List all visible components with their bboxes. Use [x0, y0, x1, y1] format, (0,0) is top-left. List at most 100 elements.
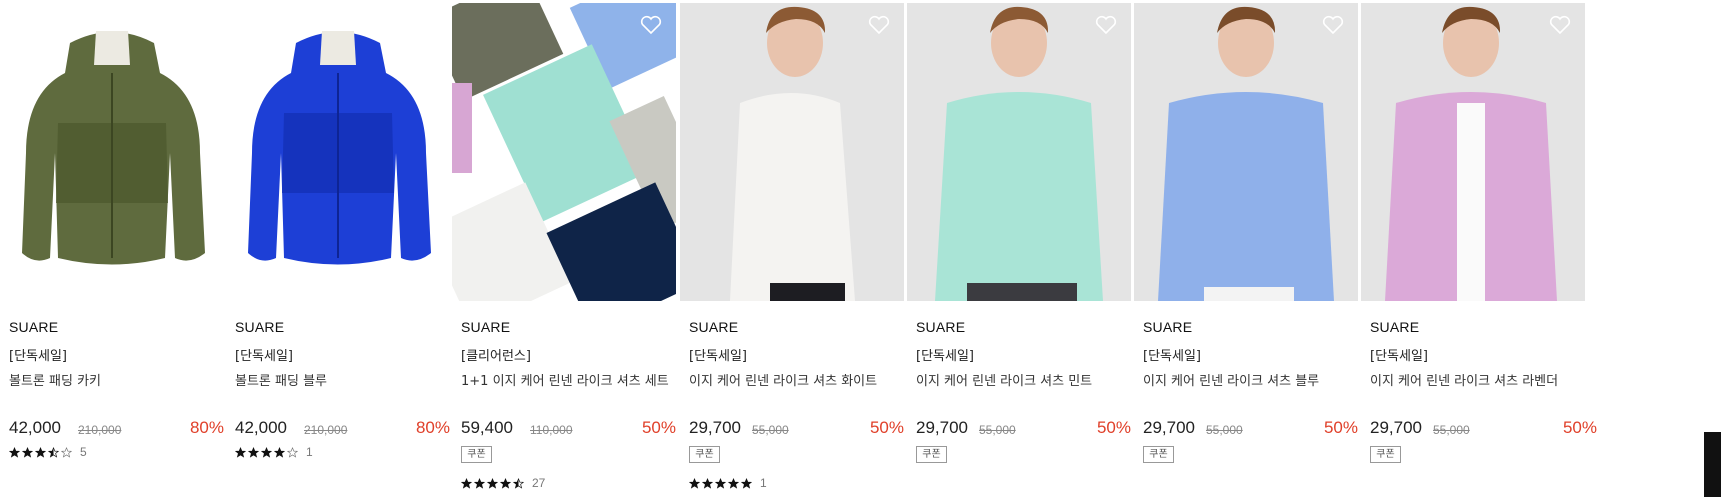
product-rating: 1	[689, 476, 767, 490]
product-name[interactable]: 이지 케어 린넨 라이크 셔츠 민트	[916, 370, 1092, 389]
product-name[interactable]: 이지 케어 린넨 라이크 셔츠 라벤더	[1370, 370, 1558, 389]
review-count: 5	[80, 445, 87, 459]
product-name[interactable]: 볼트론 패딩 블루	[235, 370, 327, 389]
star-icon	[61, 446, 72, 458]
product-brand[interactable]: SUARE	[461, 319, 510, 335]
product-grid: SUARE [단독세일] 볼트론 패딩 카키 42,000 210,000 80…	[0, 0, 1721, 497]
star-icon	[689, 477, 700, 489]
star-icon	[702, 477, 713, 489]
star-icon	[741, 477, 752, 489]
coupon-badge: 쿠폰	[916, 446, 947, 463]
product-image[interactable]	[1134, 3, 1358, 301]
product-card[interactable]: SUARE [단독세일] 볼트론 패딩 카키 42,000 210,000 80…	[0, 0, 224, 497]
product-tag[interactable]: [단독세일]	[1143, 345, 1201, 364]
star-icon	[48, 446, 59, 458]
wishlist-heart-icon[interactable]	[1322, 15, 1344, 35]
wishlist-heart-icon[interactable]	[188, 15, 210, 35]
wishlist-heart-icon[interactable]	[1095, 15, 1117, 35]
product-image[interactable]	[680, 3, 904, 301]
review-count: 1	[306, 445, 313, 459]
star-rating-icons	[235, 446, 300, 458]
product-price: 29,700	[1370, 418, 1422, 437]
star-rating-icons	[689, 477, 754, 489]
product-price: 29,700	[689, 418, 741, 437]
scrollbar-thumb[interactable]	[1704, 432, 1721, 497]
product-card[interactable]: SUARE [단독세일] 이지 케어 린넨 라이크 셔츠 화이트 29,700 …	[680, 0, 904, 497]
product-image[interactable]	[0, 3, 224, 301]
product-tag[interactable]: [클리어런스]	[461, 345, 531, 364]
product-image[interactable]	[907, 3, 1131, 301]
product-tag[interactable]: [단독세일]	[1370, 345, 1428, 364]
product-card[interactable]: SUARE [단독세일] 이지 케어 린넨 라이크 셔츠 민트 29,700 5…	[907, 0, 1131, 497]
product-original-price: 55,000	[979, 423, 1016, 437]
product-original-price: 210,000	[78, 423, 122, 437]
product-tag[interactable]: [단독세일]	[689, 345, 747, 364]
star-icon	[715, 477, 726, 489]
product-rating: 5	[9, 445, 87, 459]
coupon-badge: 쿠폰	[689, 446, 720, 463]
product-original-price: 55,000	[1433, 423, 1470, 437]
product-tag[interactable]: [단독세일]	[9, 345, 67, 364]
wishlist-heart-icon[interactable]	[868, 15, 890, 35]
product-name[interactable]: 1+1 이지 케어 린넨 라이크 셔츠 세트	[461, 370, 669, 389]
review-count: 1	[760, 476, 767, 490]
product-price: 59,400	[461, 418, 513, 437]
product-card[interactable]: SUARE [단독세일] 이지 케어 린넨 라이크 셔츠 블루 29,700 5…	[1134, 0, 1358, 497]
product-price: 29,700	[1143, 418, 1195, 437]
product-price: 42,000	[235, 418, 287, 437]
product-original-price: 110,000	[530, 423, 573, 437]
product-brand[interactable]: SUARE	[1370, 319, 1419, 335]
product-brand[interactable]: SUARE	[9, 319, 58, 335]
product-card[interactable]: SUARE [단독세일] 이지 케어 린넨 라이크 셔츠 라벤더 29,700 …	[1361, 0, 1597, 497]
star-icon	[500, 477, 511, 489]
product-discount: 50%	[1096, 418, 1131, 437]
product-name[interactable]: 볼트론 패딩 카키	[9, 370, 101, 389]
product-image[interactable]	[1361, 3, 1585, 301]
product-image[interactable]	[452, 3, 676, 301]
product-card[interactable]: SUARE [단독세일] 볼트론 패딩 블루 42,000 210,000 80…	[226, 0, 450, 497]
wishlist-heart-icon[interactable]	[1549, 15, 1571, 35]
product-original-price: 55,000	[752, 423, 789, 437]
star-icon	[35, 446, 46, 458]
product-tag[interactable]: [단독세일]	[235, 345, 293, 364]
product-image[interactable]	[226, 3, 450, 301]
product-original-price: 210,000	[304, 423, 348, 437]
star-icon	[22, 446, 33, 458]
product-name[interactable]: 이지 케어 린넨 라이크 셔츠 화이트	[689, 370, 877, 389]
product-brand[interactable]: SUARE	[916, 319, 965, 335]
coupon-badge: 쿠폰	[1143, 446, 1174, 463]
review-count: 27	[532, 476, 546, 490]
star-icon	[513, 477, 524, 489]
product-card[interactable]: SUARE [클리어런스] 1+1 이지 케어 린넨 라이크 셔츠 세트 59,…	[452, 0, 676, 497]
product-rating: 27	[461, 476, 545, 490]
product-discount: 50%	[1323, 418, 1358, 437]
star-icon	[487, 477, 498, 489]
coupon-badge: 쿠폰	[1370, 446, 1401, 463]
product-discount: 50%	[641, 418, 676, 437]
star-icon	[235, 446, 246, 458]
product-discount: 80%	[189, 418, 224, 437]
star-icon	[248, 446, 259, 458]
star-icon	[728, 477, 739, 489]
product-name[interactable]: 이지 케어 린넨 라이크 셔츠 블루	[1143, 370, 1319, 389]
product-brand[interactable]: SUARE	[1143, 319, 1192, 335]
product-tag[interactable]: [단독세일]	[916, 345, 974, 364]
product-original-price: 55,000	[1206, 423, 1243, 437]
product-brand[interactable]: SUARE	[235, 319, 284, 335]
star-icon	[274, 446, 285, 458]
wishlist-heart-icon[interactable]	[640, 15, 662, 35]
star-icon	[461, 477, 472, 489]
product-price: 42,000	[9, 418, 61, 437]
star-icon	[9, 446, 20, 458]
star-rating-icons	[461, 477, 526, 489]
product-rating: 1	[235, 445, 313, 459]
star-icon	[261, 446, 272, 458]
product-discount: 50%	[1562, 418, 1597, 437]
star-icon	[287, 446, 298, 458]
star-rating-icons	[9, 446, 74, 458]
product-discount: 50%	[869, 418, 904, 437]
wishlist-heart-icon[interactable]	[414, 15, 436, 35]
coupon-badge: 쿠폰	[461, 446, 492, 463]
star-icon	[474, 477, 485, 489]
product-brand[interactable]: SUARE	[689, 319, 738, 335]
